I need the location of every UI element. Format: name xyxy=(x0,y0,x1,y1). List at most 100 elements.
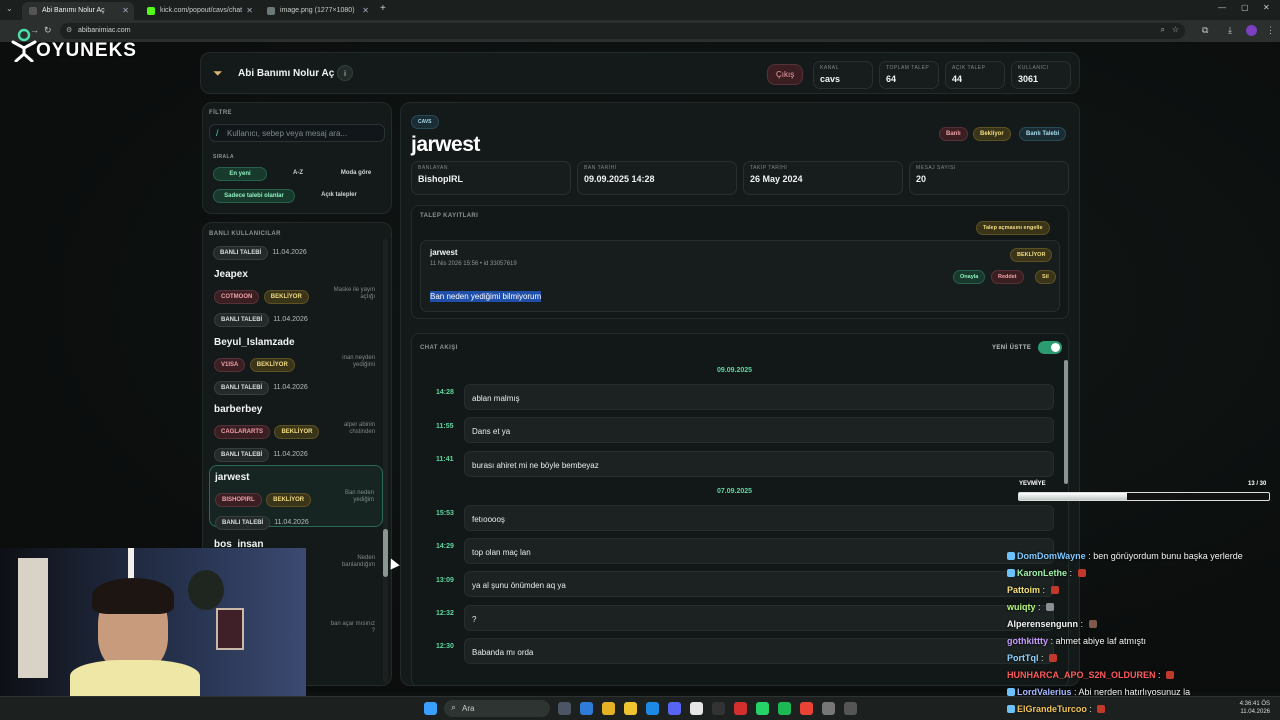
newest-top-toggle[interactable] xyxy=(1038,341,1062,354)
app-icon[interactable] xyxy=(646,702,659,715)
new-tab-icon[interactable]: + xyxy=(380,3,386,14)
explorer-icon[interactable] xyxy=(624,702,637,715)
user-name: Jeapex xyxy=(214,269,248,280)
zoom-icon[interactable]: ⌕ xyxy=(1161,25,1165,35)
ban-request-chip[interactable]: Banlı Talebi xyxy=(1019,127,1067,141)
stat-users: KULLANICI 3061 xyxy=(1011,61,1071,89)
spotify-icon[interactable] xyxy=(778,702,791,715)
status-badge: BEKLİYOR xyxy=(266,493,312,507)
approve-button[interactable]: Onayla xyxy=(953,270,986,284)
tab-abibanimiac[interactable]: Abi Banımı Nolur Aç ✕ xyxy=(22,2,134,20)
meta-key: BANLAYAN xyxy=(418,165,448,171)
open-requests-toggle[interactable]: Açık talepler xyxy=(301,189,377,201)
stream-chat-line: DomDomWayne : ben görüyordum bunu başka … xyxy=(1007,551,1243,561)
chrome-alt-icon[interactable] xyxy=(800,702,813,715)
edge-icon[interactable] xyxy=(580,702,593,715)
boot-icon: ⏷ xyxy=(213,66,223,80)
emote-icon xyxy=(1097,705,1106,713)
message-time: 15:53 xyxy=(436,510,454,517)
chrome-icon[interactable] xyxy=(602,702,615,715)
ban-reason-preview: Maske ile yayın açtığı xyxy=(333,287,375,300)
request-tag: BANLI TALEBİ xyxy=(215,516,271,530)
banned-filter-chip[interactable]: Banlı xyxy=(939,127,968,141)
whatsapp-icon[interactable] xyxy=(756,702,769,715)
list-item-jeapex[interactable]: Jeapex COTMOON BEKLİYOR BANLI TALEBİ 11.0… xyxy=(209,269,383,329)
sort-mode-button[interactable]: Moda göre xyxy=(329,167,383,179)
pending-filter-chip[interactable]: Bekliyor xyxy=(973,127,1011,141)
clock-time: 4:36:41 ÖS xyxy=(1239,701,1270,707)
windows-start-icon[interactable] xyxy=(424,702,437,715)
maximize-icon[interactable]: ▢ xyxy=(1241,3,1249,12)
stream-chat-line: Pattoim : xyxy=(1007,585,1059,595)
emote-icon xyxy=(1088,620,1097,628)
app-icon[interactable] xyxy=(844,702,857,715)
url-text: abibanimiac.com xyxy=(78,27,131,34)
discord-icon[interactable] xyxy=(668,702,681,715)
tab-label: Abi Banımı Nolur Aç xyxy=(42,7,105,14)
sort-newest-button[interactable]: En yeni xyxy=(213,167,267,181)
tab-label: kick.com/popout/cavs/chat xyxy=(160,7,243,14)
kick-icon xyxy=(147,7,155,15)
app-header: ⏷ Abi Banımı Nolur Aç i Çıkış KANAL cavs … xyxy=(200,52,1080,94)
sort-az-button[interactable]: A-Z xyxy=(271,167,325,179)
profile-avatar[interactable] xyxy=(1246,25,1257,36)
minimize-icon[interactable]: — xyxy=(1218,3,1226,12)
stream-chat-line: Alperensengunn : xyxy=(1007,619,1097,629)
tab-image[interactable]: image.png (1277×1080) ✕ xyxy=(260,2,374,20)
meta-value: 26 May 2024 xyxy=(750,174,803,184)
list-item[interactable]: BANLI TALEBİ 11.04.2026 xyxy=(213,241,307,260)
meta-ban-date: BAN TARİHİ 09.09.2025 14:28 xyxy=(577,161,737,195)
webcam-figurine xyxy=(188,570,224,610)
delete-button[interactable]: Sil xyxy=(1035,270,1056,284)
stat-key: TOPLAM TALEP xyxy=(886,65,930,71)
scrollbar-thumb[interactable] xyxy=(383,529,388,577)
tab-list-icon[interactable]: ⌄ xyxy=(6,4,13,13)
info-button[interactable]: i xyxy=(337,65,353,81)
stat-total-requests: TOPLAM TALEP 64 xyxy=(879,61,939,89)
only-requests-toggle[interactable]: Sadece talebi olanlar xyxy=(213,189,295,203)
menu-icon[interactable]: ⋮ xyxy=(1266,25,1275,36)
reject-button[interactable]: Reddet xyxy=(991,270,1024,284)
message-text: Dans et ya xyxy=(472,427,511,436)
app-icon[interactable] xyxy=(822,702,835,715)
taskbar-search[interactable]: ⌕ Ara xyxy=(444,700,550,717)
chat-scrollbar[interactable] xyxy=(1064,360,1068,484)
badge-icon xyxy=(1007,552,1015,560)
chat-user: Alperensengunn xyxy=(1007,619,1079,629)
chat-user: KaronLethe xyxy=(1017,568,1068,578)
app-icon[interactable] xyxy=(734,702,747,715)
search-input[interactable]: / Kullanıcı, sebep veya mesaj ara... xyxy=(209,124,385,142)
bookmark-star-icon[interactable]: ☆ xyxy=(1172,25,1179,34)
chat-user: ElGrandeTurcoo xyxy=(1017,704,1087,714)
emote-icon xyxy=(1077,569,1086,577)
download-icon[interactable]: ⤓ xyxy=(1228,25,1232,36)
list-item-beyul[interactable]: Beyul_Islamzade V1ISA BEKLİYOR BANLI TAL… xyxy=(209,337,383,397)
meta-value: 20 xyxy=(916,174,927,184)
list-item-jarwest-selected[interactable]: jarwest BISHOPIRL BEKLİYOR BANLI TALEBİ 1… xyxy=(209,465,383,530)
obs-icon[interactable] xyxy=(690,702,703,715)
close-tab-icon[interactable]: ✕ xyxy=(122,6,129,15)
stream-chat-line: gothkittty : ahmet abiye laf atmıştı xyxy=(1007,636,1147,646)
chat-message: ablan malmış xyxy=(464,384,1054,410)
progress-fill xyxy=(1019,493,1127,500)
webcam-feed xyxy=(0,548,306,696)
steam-icon[interactable] xyxy=(712,702,725,715)
logout-button[interactable]: Çıkış xyxy=(767,64,804,85)
close-tab-icon[interactable]: ✕ xyxy=(362,6,369,15)
reload-icon[interactable]: ↻ xyxy=(44,25,52,36)
task-view-icon[interactable] xyxy=(558,702,571,715)
taskbar-clock[interactable]: 4:36:41 ÖS 11.04.2026 xyxy=(1238,700,1270,716)
close-tab-icon[interactable]: ✕ xyxy=(246,6,253,15)
tab-label: image.png (1277×1080) xyxy=(280,7,355,14)
meta-key: MESAJ SAYISI xyxy=(916,165,956,171)
block-requests-button[interactable]: Talep açmasını engelle xyxy=(976,221,1050,235)
site-info-icon[interactable]: ⚙ xyxy=(66,26,72,34)
list-item-barberbey[interactable]: barberbey CAGLARARTS BEKLİYOR BANLI TALE… xyxy=(209,404,383,464)
address-bar[interactable]: ⚙ abibanimiac.com ⌕ ☆ xyxy=(60,23,1185,39)
extensions-icon[interactable]: ⧉ xyxy=(1202,25,1208,36)
message-text: ya al şunu önümden aq ya xyxy=(472,581,566,590)
list-scrollbar[interactable] xyxy=(383,239,388,683)
tab-kick-chat[interactable]: kick.com/popout/cavs/chat ✕ xyxy=(140,2,258,20)
close-window-icon[interactable]: ✕ xyxy=(1263,3,1270,12)
chat-user: PortTql xyxy=(1007,653,1039,663)
